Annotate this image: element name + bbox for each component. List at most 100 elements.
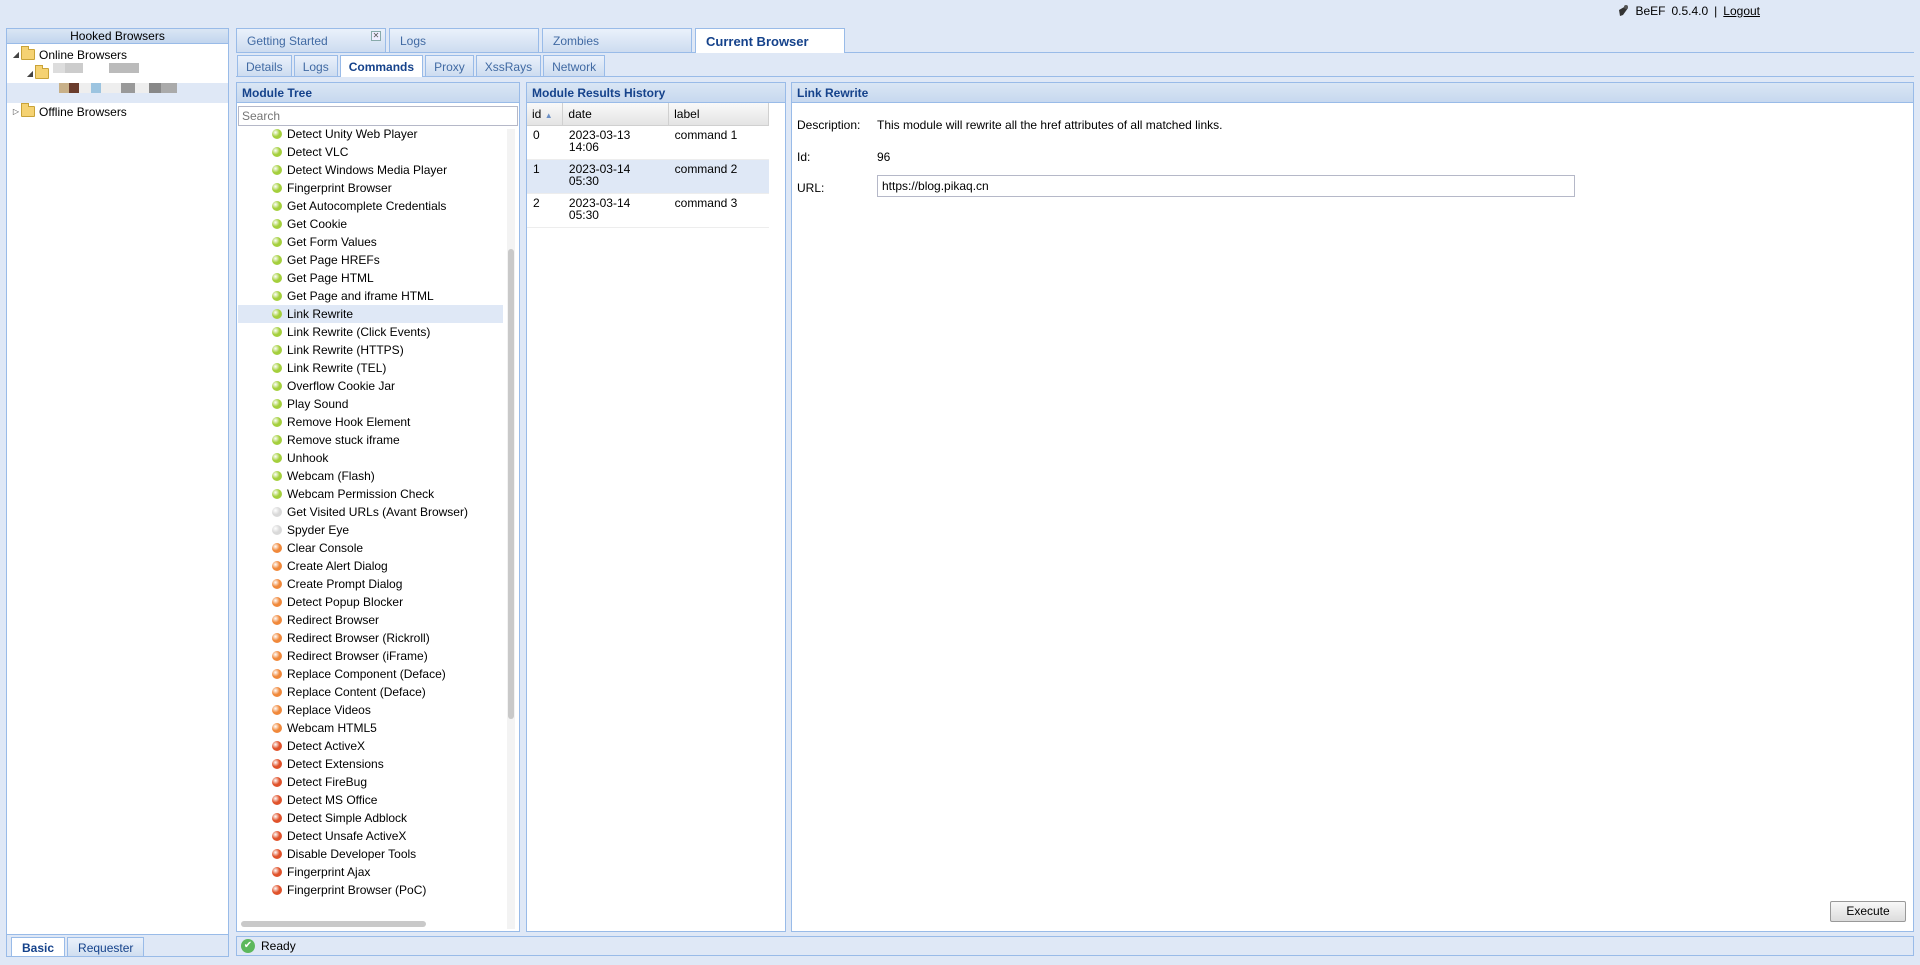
module-item[interactable]: Detect FireBug [238,773,503,791]
subtab-logs[interactable]: Logs [293,55,338,76]
module-item-label: Detect Popup Blocker [287,595,404,609]
module-item-label: Get Visited URLs (Avant Browser) [287,505,468,519]
module-item[interactable]: Fingerprint Browser (PoC) [238,881,503,899]
subtab-network[interactable]: Network [543,55,606,76]
module-item-label: Redirect Browser (iFrame) [287,649,428,663]
tab-getting-started-label: Getting Started [247,34,328,48]
module-item[interactable]: Replace Component (Deface) [238,665,503,683]
module-item[interactable]: Get Page HTML [238,269,503,287]
module-item[interactable]: Redirect Browser (iFrame) [238,647,503,665]
module-item-label: Link Rewrite (HTTPS) [287,343,404,357]
online-browsers-node[interactable]: ◢ Online Browsers [7,46,228,63]
module-item[interactable]: Create Prompt Dialog [238,575,503,593]
status-dot-icon [272,291,282,301]
module-item-label: Webcam HTML5 [287,721,377,735]
module-item[interactable]: Detect VLC [238,143,503,161]
column-header-id[interactable]: id ▲ [527,103,564,126]
status-dot-icon [272,489,282,499]
module-item[interactable]: Get Cookie [238,215,503,233]
module-item[interactable]: Link Rewrite (HTTPS) [238,341,503,359]
scroll-thumb[interactable] [508,249,514,719]
status-dot-icon [272,201,282,211]
tab-current-browser[interactable]: Current Browser [695,28,845,53]
table-row[interactable]: 2 2023-03-14 05:30 command 3 [527,193,769,228]
module-item[interactable]: Link Rewrite (Click Events) [238,323,503,341]
expand-arrow-icon[interactable]: ◢ [25,69,35,78]
module-item[interactable]: Webcam HTML5 [238,719,503,737]
module-item[interactable]: Play Sound [238,395,503,413]
tab-getting-started[interactable]: Getting Started ✕ [236,28,386,52]
module-item-label: Clear Console [287,541,364,555]
module-search-input[interactable] [238,106,518,126]
module-item[interactable]: Replace Content (Deface) [238,683,503,701]
expand-arrow-icon[interactable]: ◢ [11,50,21,59]
module-item[interactable]: Link Rewrite (TEL) [238,359,503,377]
module-item[interactable]: Webcam (Flash) [238,467,503,485]
module-item[interactable]: Detect Windows Media Player [238,161,503,179]
module-item-label: Link Rewrite (TEL) [287,361,387,375]
module-item[interactable]: Overflow Cookie Jar [238,377,503,395]
folder-icon [35,64,49,79]
module-item[interactable]: Get Page and iframe HTML [238,287,503,305]
module-item[interactable]: Detect Extensions [238,755,503,773]
module-item[interactable]: Remove stuck iframe [238,431,503,449]
logout-link[interactable]: Logout [1723,4,1760,18]
close-icon[interactable]: ✕ [371,31,381,41]
module-item[interactable]: Detect ActiveX [238,737,503,755]
cell-date: 2023-03-13 14:06 [562,125,669,160]
column-header-label[interactable]: label [668,103,769,126]
url-input[interactable] [877,175,1575,197]
status-dot-icon [272,525,282,535]
module-item[interactable]: Redirect Browser [238,611,503,629]
status-dot-icon [272,687,282,697]
module-item[interactable]: Spyder Eye [238,521,503,539]
module-item[interactable]: Detect Unity Web Player [238,125,503,143]
module-item[interactable]: Get Form Values [238,233,503,251]
tab-basic[interactable]: Basic [11,937,66,956]
module-item[interactable]: Fingerprint Browser [238,179,503,197]
subtab-commands[interactable]: Commands [339,55,424,77]
module-item[interactable]: Disable Developer Tools [238,845,503,863]
module-item[interactable]: Unhook [238,449,503,467]
module-item[interactable]: Clear Console [238,539,503,557]
separator: | [1714,4,1718,18]
tab-logs[interactable]: Logs [389,28,539,52]
module-item[interactable]: Detect Simple Adblock [238,809,503,827]
vertical-scrollbar[interactable] [507,129,515,929]
status-dot-icon [272,417,282,427]
execute-button[interactable]: Execute [1830,901,1906,922]
module-item[interactable]: Detect Popup Blocker [238,593,503,611]
module-item-label: Replace Component (Deface) [287,667,446,681]
subtab-proxy[interactable]: Proxy [425,55,474,76]
tab-requester[interactable]: Requester [67,937,145,956]
module-item[interactable]: Remove Hook Element [238,413,503,431]
module-item[interactable]: Detect Unsafe ActiveX [238,827,503,845]
module-item[interactable]: Link Rewrite [238,305,503,323]
horizontal-scrollbar[interactable] [241,921,426,927]
module-item[interactable]: Fingerprint Ajax [238,863,503,881]
module-item[interactable]: Webcam Permission Check [238,485,503,503]
module-item[interactable]: Get Autocomplete Credentials [238,197,503,215]
module-item-label: Create Prompt Dialog [287,577,403,591]
module-item[interactable]: Redirect Browser (Rickroll) [238,629,503,647]
module-item[interactable]: Get Page HREFs [238,251,503,269]
module-item[interactable]: Replace Videos [238,701,503,719]
hooked-browser-row[interactable] [7,83,228,103]
subtab-details[interactable]: Details [237,55,292,76]
hooked-host-node[interactable]: ◢ [7,63,228,83]
collapse-arrow-icon[interactable]: ▷ [11,107,21,116]
status-dot-icon [272,849,282,859]
module-item[interactable]: Create Alert Dialog [238,557,503,575]
table-row[interactable]: 0 2023-03-13 14:06 command 1 [527,125,769,160]
offline-browsers-node[interactable]: ▷ Offline Browsers [7,103,228,120]
table-row[interactable]: 1 2023-03-14 05:30 command 2 [527,159,769,194]
subtab-xssrays[interactable]: XssRays [475,55,542,76]
status-dot-icon [272,741,282,751]
module-item[interactable]: Get Visited URLs (Avant Browser) [238,503,503,521]
module-item-label: Detect Unity Web Player [287,127,418,141]
module-item[interactable]: Detect MS Office [238,791,503,809]
status-dot-icon [272,165,282,175]
column-header-date[interactable]: date [562,103,670,126]
module-item-label: Link Rewrite (Click Events) [287,325,431,339]
tab-zombies[interactable]: Zombies [542,28,692,52]
